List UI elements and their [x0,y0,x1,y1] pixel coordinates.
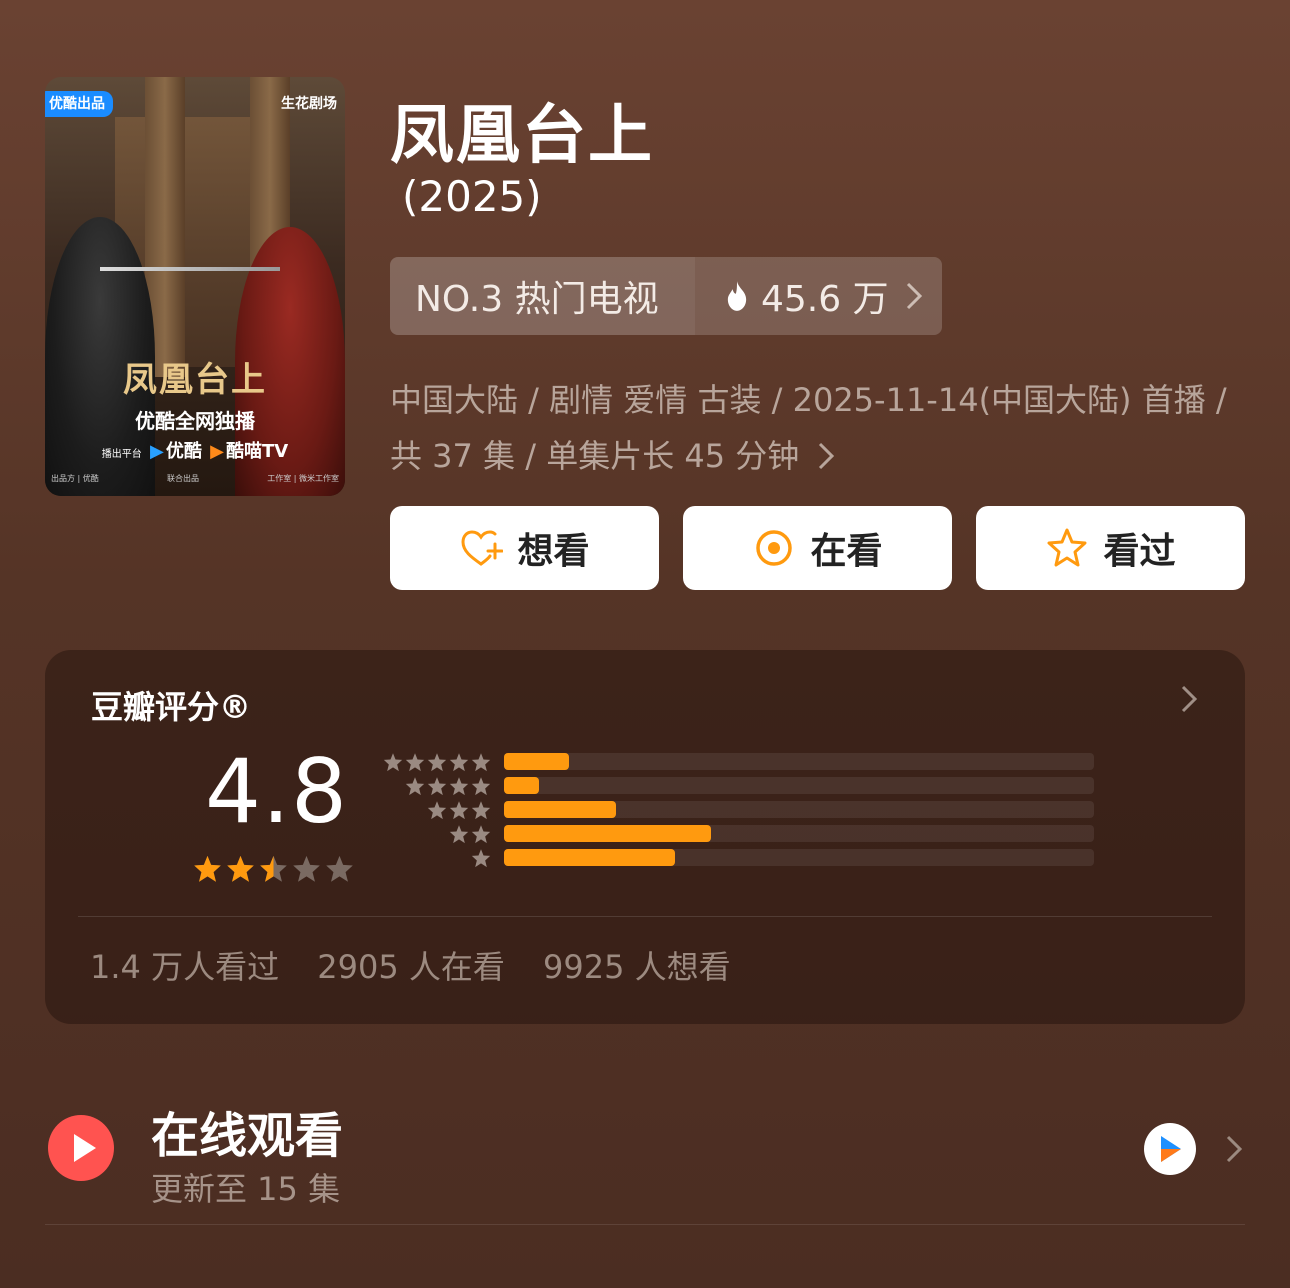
online-watch-row[interactable]: 在线观看 更新至 15 集 [45,1090,1245,1225]
distribution-bar-4 [504,777,1094,794]
distribution-stars-3 [375,798,491,822]
star-small-icon [471,825,491,844]
show-title: 凤凰台上 [390,99,654,173]
target-icon [756,530,793,566]
watching-label: 在看 [810,531,883,572]
star-small-icon [427,777,447,796]
flame-icon [727,281,747,311]
distribution-stars-1 [375,846,491,870]
star-small-icon [449,801,469,820]
star-small-icon [471,849,491,868]
poster-platform-label: 播出平台 [101,449,142,460]
star-empty-icon [326,855,353,882]
meta-line-2: 共 37 集 / 单集片长 45 分钟 [390,428,1250,484]
chevron-right-icon [1226,1135,1243,1163]
heart-plus-icon [461,530,504,566]
distribution-bar-fill [504,801,617,818]
show-meta[interactable]: 中国大陆 / 剧情 爱情 古装 / 2025-11-14(中国大陆) 首播 / … [390,372,1250,484]
distribution-bar-fill [504,825,711,842]
online-subtitle: 更新至 15 集 [151,1170,341,1208]
star-small-icon [471,753,491,772]
kumiao-logo-icon: ▶ [210,441,225,462]
rating-score: 4.8 [205,740,348,843]
rank-label: NO.3 热门电视 [390,257,695,335]
poster-image[interactable]: 优酷出品 生花剧场 凤凰台上 优酷全网独播 播出平台 ▶ 优酷 ▶ 酷喵TV 出品方… [45,77,345,496]
poster-platform-2: 酷喵TV [226,441,289,462]
star-small-icon [471,801,491,820]
watching-button[interactable]: 在看 [683,506,952,590]
star-small-icon [405,777,425,796]
star-small-icon [405,753,425,772]
rank-badge[interactable]: NO.3 热门电视 45.6 万 [390,257,942,335]
distribution-bar-3 [504,801,1094,818]
watched-label: 看过 [1103,531,1176,572]
online-title: 在线观看 [151,1108,344,1164]
chevron-right-icon [819,442,835,470]
youku-app-icon [1144,1123,1196,1175]
poster-credits: 出品方 | 优酷 联合出品 工作室 | 微米工作室 [51,473,339,484]
card-divider [78,916,1212,917]
star-empty-icon [293,855,320,882]
youku-logo-icon: ▶ [150,441,164,462]
poster-studio: 生花剧场 [281,96,337,112]
distribution-bar-fill [504,777,540,794]
star-outline-icon [1047,528,1087,567]
poster-platforms: 播出平台 ▶ 优酷 ▶ 酷喵TV [45,437,345,463]
star-small-icon [427,801,447,820]
rating-stars [193,854,354,883]
poster-sword [100,267,280,271]
distribution-stars-5 [375,750,491,774]
poster-exclusive: 优酷全网独播 [135,409,255,433]
distribution-bar-fill [504,849,676,866]
star-filled-icon [227,855,254,882]
distribution-stars-2 [375,822,491,846]
play-icon [48,1115,114,1181]
meta-line-1: 中国大陆 / 剧情 爱情 古装 / 2025-11-14(中国大陆) 首播 / [390,381,1227,419]
show-year: (2025) [402,172,542,221]
star-small-icon [383,753,403,772]
heat-count[interactable]: 45.6 万 [695,257,942,335]
poster-credit-left: 出品方 | 优酷 [51,474,99,483]
rating-card[interactable]: 豆瓣评分® 4.8 1.4 万人看过 2905 人在看 9925 人想看 [45,650,1245,1024]
stat-want: 9925 人想看 [543,948,731,986]
star-filled-icon [194,855,221,882]
distribution-bar-2 [504,825,1094,842]
star-small-icon [449,825,469,844]
chevron-right-icon[interactable] [1179,684,1199,714]
distribution-bar-5 [504,753,1094,770]
poster-title: 凤凰台上 [123,360,267,400]
watch-stats: 1.4 万人看过 2905 人在看 9925 人想看 [90,942,759,988]
poster-credit-right: 工作室 | 微米工作室 [267,474,339,483]
want-to-watch-button[interactable]: 想看 [390,506,659,590]
want-label: 想看 [517,531,590,572]
distribution-bar-fill [504,753,569,770]
watched-button[interactable]: 看过 [976,506,1245,590]
star-small-icon [449,777,469,796]
chevron-right-icon [906,282,922,310]
stat-watched: 1.4 万人看过 [90,948,280,986]
poster-badge: 优酷出品 [45,91,113,117]
star-small-icon [427,753,447,772]
meta-line-2-text: 共 37 集 / 单集片长 45 分钟 [390,437,800,475]
stat-watching: 2905 人在看 [317,948,505,986]
distribution-bar-1 [504,849,1094,866]
poster-credit-mid: 联合出品 [167,474,199,483]
star-small-icon [471,777,491,796]
star-small-icon [449,753,469,772]
distribution-stars-4 [375,774,491,798]
poster-platform-1: 优酷 [165,441,202,462]
star-half-icon [260,855,287,882]
heat-value: 45.6 万 [761,279,889,320]
rating-title: 豆瓣评分® [91,688,252,726]
